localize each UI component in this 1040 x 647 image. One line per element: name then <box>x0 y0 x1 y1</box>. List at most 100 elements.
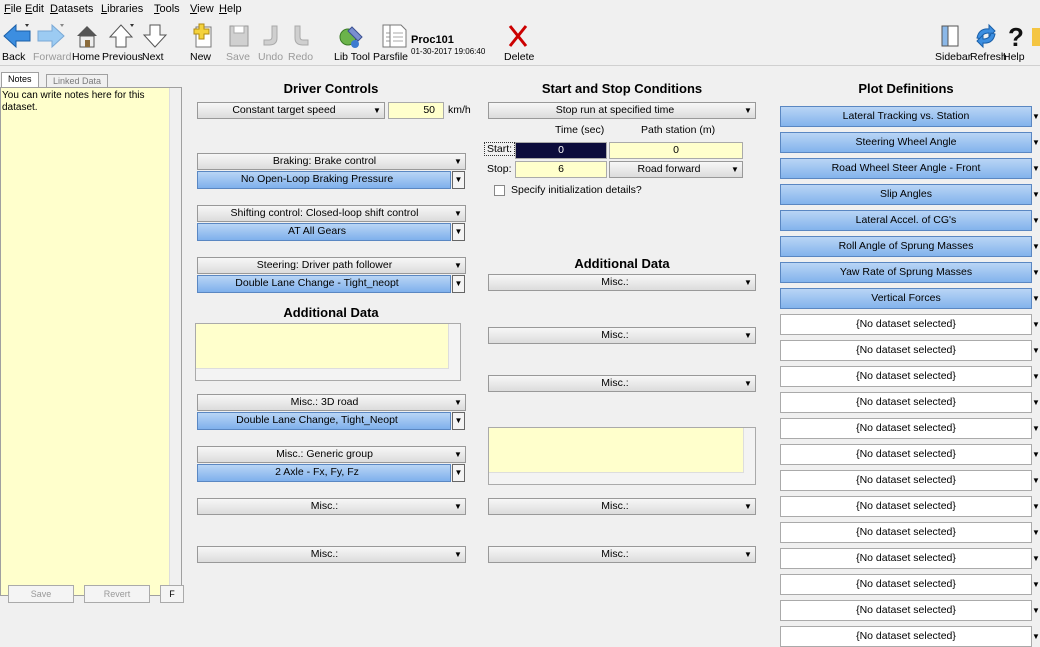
plot-definition-item[interactable]: {No dataset selected} ▼ <box>780 340 1040 361</box>
menu-datasets[interactable]: Datasets <box>50 3 93 15</box>
notes-extra-button[interactable]: F <box>160 585 184 603</box>
save-button[interactable]: Save <box>226 22 252 63</box>
refresh-button[interactable]: Refresh <box>970 22 1007 63</box>
chevron-down-icon[interactable]: ▼ <box>1032 523 1040 542</box>
chevron-down-icon[interactable]: ▼ <box>1032 549 1040 568</box>
plot-definition-item[interactable]: {No dataset selected} ▼ <box>780 470 1040 491</box>
shifting-dropdown[interactable]: Shifting control: Closed-loop shift cont… <box>197 205 466 222</box>
braking-dropdown[interactable]: Braking: Brake control ▼ <box>197 153 466 170</box>
textarea-scrollbar[interactable] <box>743 428 755 484</box>
chevron-down-icon[interactable]: ▼ <box>1032 107 1040 126</box>
chevron-down-icon[interactable]: ▼ <box>1032 497 1040 516</box>
chevron-down-icon[interactable]: ▼ <box>1032 341 1040 360</box>
chevron-down-icon[interactable]: ▼ <box>1032 185 1040 204</box>
home-button[interactable]: Home <box>72 22 102 63</box>
misc-dropdown-mid-3[interactable]: Misc.: ▼ <box>488 375 756 392</box>
chevron-down-icon[interactable]: ▼ <box>1032 133 1040 152</box>
plot-definition-item[interactable]: Lateral Tracking vs. Station ▼ <box>780 106 1040 127</box>
help-button[interactable]: ? Help <box>1003 22 1027 63</box>
braking-dataset-button[interactable]: No Open-Loop Braking Pressure <box>197 171 451 189</box>
shifting-dataset-button[interactable]: AT All Gears <box>197 223 451 241</box>
back-button[interactable]: Back <box>2 22 32 63</box>
start-time-input[interactable]: 0 <box>515 142 607 159</box>
tab-linked-data[interactable]: Linked Data <box>46 74 109 87</box>
toolbar-overflow-button[interactable]: L <box>1029 22 1040 50</box>
plot-definition-item[interactable]: Slip Angles ▼ <box>780 184 1040 205</box>
chevron-down-icon[interactable]: ▼ <box>1032 575 1040 594</box>
menu-view[interactable]: View <box>190 3 214 15</box>
additional-left-textarea[interactable] <box>195 323 461 381</box>
plot-definition-item[interactable]: {No dataset selected} ▼ <box>780 626 1040 647</box>
misc-dropdown-mid-4[interactable]: Misc.: ▼ <box>488 498 756 515</box>
plot-definition-item[interactable]: Vertical Forces ▼ <box>780 288 1040 309</box>
misc-dropdown-left-2[interactable]: Misc.: ▼ <box>197 546 466 563</box>
misc-dropdown-left-1[interactable]: Misc.: ▼ <box>197 498 466 515</box>
additional-mid-textarea[interactable] <box>488 427 756 485</box>
plot-definition-item[interactable]: {No dataset selected} ▼ <box>780 444 1040 465</box>
redo-button[interactable]: Redo <box>288 22 314 63</box>
new-button[interactable]: New <box>190 22 216 63</box>
chevron-down-icon[interactable]: ▼ <box>1032 211 1040 230</box>
chevron-down-icon[interactable]: ▼ <box>1032 393 1040 412</box>
notes-revert-button[interactable]: Revert <box>84 585 150 603</box>
plot-definition-item[interactable]: {No dataset selected} ▼ <box>780 548 1040 569</box>
steering-dataset-button[interactable]: Double Lane Change - Tight_neopt <box>197 275 451 293</box>
stop-direction-dropdown[interactable]: Road forward ▼ <box>609 161 743 178</box>
sidebar-button[interactable]: Sidebar <box>935 22 971 63</box>
misc-generic-dataset-button[interactable]: 2 Axle - Fx, Fy, Fz <box>197 464 451 482</box>
plot-definition-item[interactable]: {No dataset selected} ▼ <box>780 522 1040 543</box>
libtool-button[interactable]: Lib Tool <box>334 22 370 63</box>
previous-button[interactable]: Previous <box>102 22 143 63</box>
misc-3d-road-dataset-button[interactable]: Double Lane Change, Tight_Neopt <box>197 412 451 430</box>
plot-definition-item[interactable]: Lateral Accel. of CG's ▼ <box>780 210 1040 231</box>
misc-generic-arrow[interactable]: ▼ <box>452 464 465 482</box>
menu-file[interactable]: File <box>4 3 22 15</box>
plot-definition-item[interactable]: {No dataset selected} ▼ <box>780 392 1040 413</box>
notes-textarea[interactable]: You can write notes here for this datase… <box>0 87 182 596</box>
chevron-down-icon[interactable]: ▼ <box>1032 263 1040 282</box>
shifting-dataset-arrow[interactable]: ▼ <box>452 223 465 241</box>
chevron-down-icon[interactable]: ▼ <box>1032 237 1040 256</box>
chevron-down-icon[interactable]: ▼ <box>1032 471 1040 490</box>
textarea-hscrollbar[interactable] <box>489 472 744 484</box>
plot-definition-item[interactable]: {No dataset selected} ▼ <box>780 314 1040 335</box>
tab-notes[interactable]: Notes <box>1 72 39 87</box>
next-button[interactable]: Next <box>142 22 168 63</box>
notes-save-button[interactable]: Save <box>8 585 74 603</box>
undo-button[interactable]: Undo <box>258 22 284 63</box>
plot-definition-item[interactable]: {No dataset selected} ▼ <box>780 496 1040 517</box>
misc-dropdown-mid-5[interactable]: Misc.: ▼ <box>488 546 756 563</box>
textarea-scrollbar[interactable] <box>448 324 460 380</box>
chevron-down-icon[interactable]: ▼ <box>1032 289 1040 308</box>
menu-edit[interactable]: Edit <box>25 3 44 15</box>
chevron-down-icon[interactable]: ▼ <box>1032 315 1040 334</box>
chevron-down-icon[interactable]: ▼ <box>1032 419 1040 438</box>
speed-value-input[interactable]: 50 <box>388 102 444 119</box>
misc-generic-dropdown[interactable]: Misc.: Generic group ▼ <box>197 446 466 463</box>
plot-definition-item[interactable]: {No dataset selected} ▼ <box>780 418 1040 439</box>
chevron-down-icon[interactable]: ▼ <box>1032 159 1040 178</box>
chevron-down-icon[interactable]: ▼ <box>1032 627 1040 646</box>
steering-dataset-arrow[interactable]: ▼ <box>452 275 465 293</box>
misc-dropdown-mid-2[interactable]: Misc.: ▼ <box>488 327 756 344</box>
forward-button[interactable]: Forward <box>33 22 72 63</box>
plot-definition-item[interactable]: {No dataset selected} ▼ <box>780 366 1040 387</box>
plot-definition-item[interactable]: Road Wheel Steer Angle - Front ▼ <box>780 158 1040 179</box>
menu-help[interactable]: Help <box>219 3 242 15</box>
plot-definition-item[interactable]: Roll Angle of Sprung Masses ▼ <box>780 236 1040 257</box>
plot-definition-item[interactable]: {No dataset selected} ▼ <box>780 600 1040 621</box>
braking-dataset-arrow[interactable]: ▼ <box>452 171 465 189</box>
chevron-down-icon[interactable]: ▼ <box>1032 445 1040 464</box>
menu-tools[interactable]: Tools <box>154 3 180 15</box>
menu-libraries[interactable]: Libraries <box>101 3 143 15</box>
misc-3d-road-arrow[interactable]: ▼ <box>452 412 465 430</box>
stop-mode-dropdown[interactable]: Stop run at specified time ▼ <box>488 102 756 119</box>
chevron-down-icon[interactable]: ▼ <box>1032 601 1040 620</box>
plot-definition-item[interactable]: Yaw Rate of Sprung Masses ▼ <box>780 262 1040 283</box>
chevron-down-icon[interactable]: ▼ <box>1032 367 1040 386</box>
init-details-checkbox[interactable] <box>494 185 505 196</box>
plot-definition-item[interactable]: Steering Wheel Angle ▼ <box>780 132 1040 153</box>
misc-dropdown-mid-1[interactable]: Misc.: ▼ <box>488 274 756 291</box>
stop-time-input[interactable]: 6 <box>515 161 607 178</box>
delete-button[interactable]: Delete <box>504 22 534 63</box>
